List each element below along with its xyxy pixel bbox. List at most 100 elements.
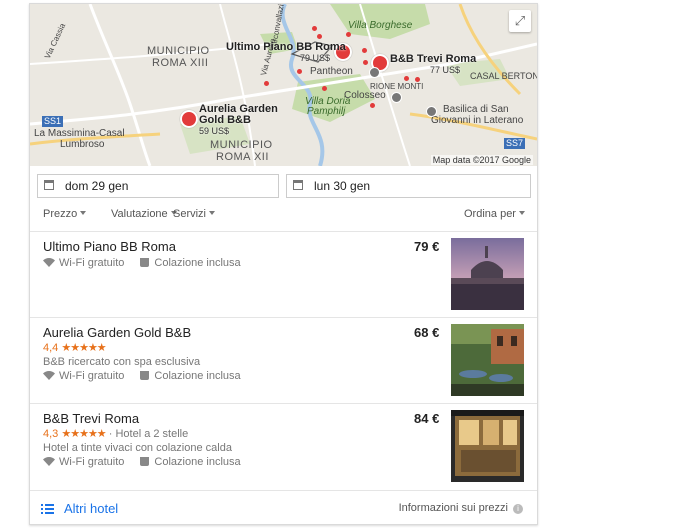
breakfast-icon xyxy=(140,457,150,466)
price-filter-label: Prezzo xyxy=(43,208,78,220)
map-hotel-price: 59 US$ xyxy=(199,126,230,136)
calendar-icon xyxy=(44,180,54,190)
map-dot xyxy=(415,77,420,82)
sort-dropdown[interactable]: Ordina per xyxy=(464,208,525,220)
hotel-photo[interactable] xyxy=(451,238,524,310)
wifi-label: Wi-Fi gratuito xyxy=(59,257,125,269)
breakfast-icon xyxy=(140,258,150,267)
chevron-down-icon xyxy=(518,211,525,215)
calendar-icon xyxy=(293,180,303,190)
price-info-link[interactable]: Informazioni sui prezzi i xyxy=(399,502,523,514)
hotel-map-pin[interactable] xyxy=(180,110,198,128)
wifi-icon xyxy=(43,457,55,466)
hotel-class: · Hotel a 2 stelle xyxy=(108,428,189,440)
hotel-photo[interactable] xyxy=(451,324,524,396)
map-hotel-name: B&B Trevi Roma xyxy=(390,53,477,65)
more-hotels-label: Altri hotel xyxy=(64,501,119,516)
breakfast-label: Colazione inclusa xyxy=(154,456,241,468)
map-hotel-label[interactable]: Ultimo Piano BB Roma 79 US$ xyxy=(226,42,346,64)
map-place-label: Pantheon xyxy=(310,66,353,77)
map-place-label: Basilica di San xyxy=(443,104,509,115)
breakfast-icon xyxy=(140,371,150,380)
checkin-date-value: dom 29 gen xyxy=(65,179,129,193)
map-place-label: RIONE MONTI xyxy=(370,82,424,91)
wifi-icon xyxy=(43,258,55,267)
rating-value: 4,3 xyxy=(43,428,59,440)
list-icon xyxy=(41,504,54,514)
map-hotel-price: 77 US$ xyxy=(430,65,461,75)
wifi-label: Wi-Fi gratuito xyxy=(59,456,125,468)
map[interactable]: MUNICIPIO ROMA XIII MUNICIPIO ROMA XII V… xyxy=(30,4,537,166)
map-hotel-name: Gold B&B xyxy=(199,114,251,126)
rating-filter-label: Valutazione xyxy=(111,208,168,220)
map-hotel-name: Ultimo Piano BB Roma xyxy=(226,41,346,53)
star-rating-icon: ★★★★★ xyxy=(61,428,106,440)
chevron-down-icon xyxy=(80,211,87,215)
map-attribution: Map data ©2017 Google xyxy=(430,155,533,165)
map-place-label: Villa Borghese xyxy=(348,20,413,31)
services-filter-dropdown[interactable]: Servizi xyxy=(173,208,216,220)
landmark-icon xyxy=(391,92,402,103)
results-footer: Altri hotel Informazioni sui prezzi i xyxy=(30,490,537,524)
map-roads xyxy=(30,4,537,166)
road-shield: SS7 xyxy=(504,138,526,149)
hotel-name[interactable]: B&B Trevi Roma xyxy=(43,411,139,426)
price-info-label: Informazioni sui prezzi xyxy=(398,502,508,514)
map-place-label: CASAL BERTONE xyxy=(470,71,537,81)
chevron-down-icon xyxy=(209,211,216,215)
map-dot xyxy=(297,69,302,74)
wifi-icon xyxy=(43,371,55,380)
wifi-label: Wi-Fi gratuito xyxy=(59,370,125,382)
rating-value: 4,4 xyxy=(43,342,59,354)
map-dot xyxy=(317,34,322,39)
hotel-price: 84 € xyxy=(414,411,440,426)
map-dot xyxy=(346,32,351,37)
hotel-price: 68 € xyxy=(414,325,440,340)
rating-filter-dropdown[interactable]: Valutazione xyxy=(111,208,177,220)
amenities: Wi-Fi gratuito Colazione inclusa xyxy=(43,370,241,382)
landmark-icon xyxy=(369,67,380,78)
price-filter-dropdown[interactable]: Prezzo xyxy=(43,208,87,220)
hotel-price: 79 € xyxy=(414,239,440,254)
hotel-description: B&B ricercato con spa esclusiva xyxy=(43,356,201,368)
road-shield: SS1 xyxy=(42,116,64,127)
breakfast-label: Colazione inclusa xyxy=(154,257,241,269)
map-place-label: La Massimina-Casal xyxy=(34,128,125,139)
info-icon: i xyxy=(513,504,523,514)
map-hotel-price: 79 US$ xyxy=(300,53,331,63)
hotel-result-row[interactable]: Ultimo Piano BB Roma 79 € Wi-Fi gratuito… xyxy=(30,231,537,318)
hotel-name[interactable]: Ultimo Piano BB Roma xyxy=(43,239,176,254)
checkout-date-value: lun 30 gen xyxy=(314,179,371,193)
more-hotels-link[interactable]: Altri hotel xyxy=(41,501,118,516)
map-dot xyxy=(363,60,368,65)
map-place-label: Lumbroso xyxy=(60,139,105,150)
map-hotel-label[interactable]: B&B Trevi Roma 77 US$ xyxy=(390,54,476,76)
amenities: Wi-Fi gratuito Colazione inclusa xyxy=(43,456,241,468)
checkin-date-field[interactable]: dom 29 gen xyxy=(37,174,279,198)
map-dot xyxy=(370,103,375,108)
rating: 4,4 ★★★★★ xyxy=(43,341,107,354)
map-hotel-label[interactable]: Aurelia Garden Gold B&B 59 US$ xyxy=(199,104,278,137)
amenities: Wi-Fi gratuito Colazione inclusa xyxy=(43,257,241,269)
hotel-results-card: MUNICIPIO ROMA XIII MUNICIPIO ROMA XII V… xyxy=(29,3,538,525)
star-rating-icon: ★★★★★ xyxy=(61,342,106,354)
expand-icon[interactable]: ⤢ xyxy=(509,10,531,32)
breakfast-label: Colazione inclusa xyxy=(154,370,241,382)
rating: 4,3 ★★★★★ · Hotel a 2 stelle xyxy=(43,427,188,440)
landmark-icon xyxy=(426,106,437,117)
map-dot xyxy=(404,76,409,81)
hotel-photo[interactable] xyxy=(451,410,524,482)
map-dot xyxy=(362,48,367,53)
map-place-label: Pamphilj xyxy=(307,106,346,117)
map-dot xyxy=(264,81,269,86)
map-area-label: ROMA XII xyxy=(216,151,269,163)
map-area-label: MUNICIPIO xyxy=(210,139,273,151)
checkout-date-field[interactable]: lun 30 gen xyxy=(286,174,531,198)
map-area-label: MUNICIPIO xyxy=(147,45,210,57)
sort-label: Ordina per xyxy=(464,208,516,220)
hotel-result-row[interactable]: B&B Trevi Roma 84 € 4,3 ★★★★★ · Hotel a … xyxy=(30,403,537,490)
hotel-result-row[interactable]: Aurelia Garden Gold B&B 68 € 4,4 ★★★★★ B… xyxy=(30,317,537,404)
hotel-name[interactable]: Aurelia Garden Gold B&B xyxy=(43,325,191,340)
hotel-description: Hotel a tinte vivaci con colazione calda xyxy=(43,442,232,454)
map-area-label: ROMA XIII xyxy=(152,57,209,69)
